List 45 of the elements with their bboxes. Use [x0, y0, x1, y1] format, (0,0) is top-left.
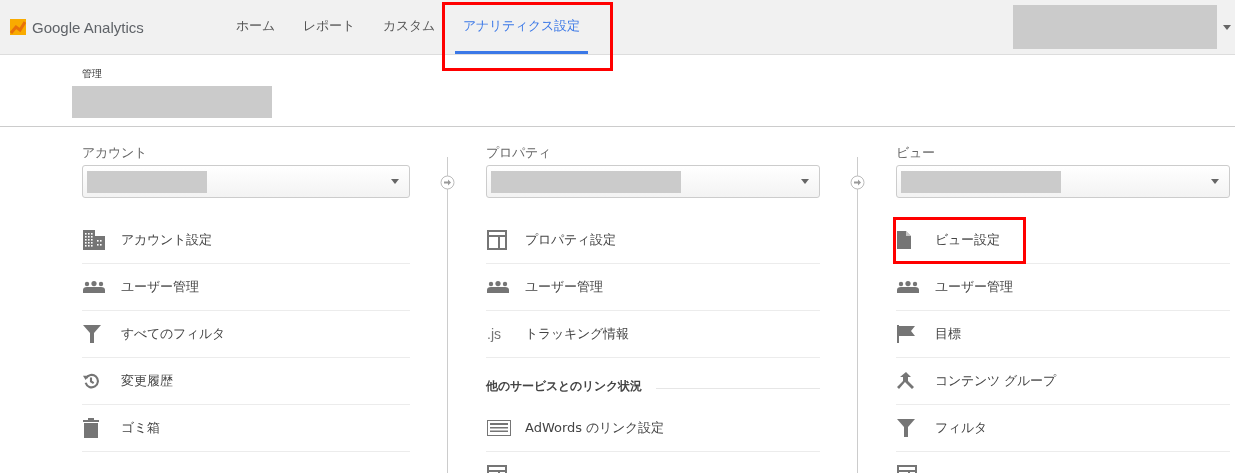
arrow-circle-icon	[440, 175, 455, 190]
nav-tab[interactable]: アナリティクス設定	[455, 0, 588, 54]
dropdown[interactable]	[896, 165, 1230, 198]
menu-item[interactable]: ビュー設定	[935, 231, 1000, 249]
funnel-icon	[83, 325, 101, 343]
flag-icon	[897, 325, 915, 343]
arrow-circle-icon	[850, 175, 865, 190]
menu-item[interactable]: コンテンツ グループ	[935, 372, 1057, 390]
menu-item[interactable]: すべてのフィルタ	[121, 325, 225, 343]
menu-item[interactable]: ユーザー管理	[121, 278, 199, 296]
menu-item[interactable]: 変更履歴	[121, 372, 173, 390]
history-icon	[83, 373, 99, 389]
people-icon	[897, 281, 919, 293]
dropdown[interactable]	[82, 165, 410, 198]
logo-icon	[10, 19, 26, 35]
js-icon: .js	[487, 326, 501, 342]
menu-item[interactable]: ユーザー管理	[935, 278, 1013, 296]
nav-tab[interactable]: カスタム	[375, 0, 443, 54]
funnel-icon	[897, 419, 915, 437]
section-title: 他のサービスとのリンク状況	[486, 378, 642, 395]
people-icon	[83, 281, 105, 293]
menu-item[interactable]: 目標	[935, 325, 961, 343]
menu-item[interactable]: トラッキング情報	[525, 325, 629, 343]
menu-item[interactable]: フィルタ	[935, 419, 987, 437]
caret-icon[interactable]	[1223, 24, 1231, 30]
dropdown[interactable]	[486, 165, 820, 198]
menu-item[interactable]: AdWords のリンク設定	[525, 419, 665, 437]
people-icon	[487, 281, 509, 293]
menu-item[interactable]: ユーザー管理	[525, 278, 603, 296]
text-lines-icon	[487, 420, 511, 436]
menu-item[interactable]: アカウント設定	[121, 231, 212, 249]
menu-item[interactable]: プロパティ設定	[525, 231, 616, 249]
page-title: 管理	[81, 67, 103, 81]
app-title: Google Analytics	[32, 18, 144, 36]
nav-tab[interactable]: ホーム	[228, 0, 283, 54]
document-icon	[897, 231, 911, 249]
column-heading: アカウント	[82, 145, 148, 162]
layout-icon	[487, 230, 507, 250]
branch-icon	[897, 372, 915, 390]
nav-tab[interactable]: レポート	[295, 0, 363, 54]
building-icon	[83, 230, 105, 250]
column-heading: ビュー	[896, 145, 936, 162]
column-heading: プロパティ	[486, 145, 552, 162]
menu-item[interactable]: ゴミ箱	[121, 419, 160, 437]
trash-icon	[83, 418, 99, 438]
